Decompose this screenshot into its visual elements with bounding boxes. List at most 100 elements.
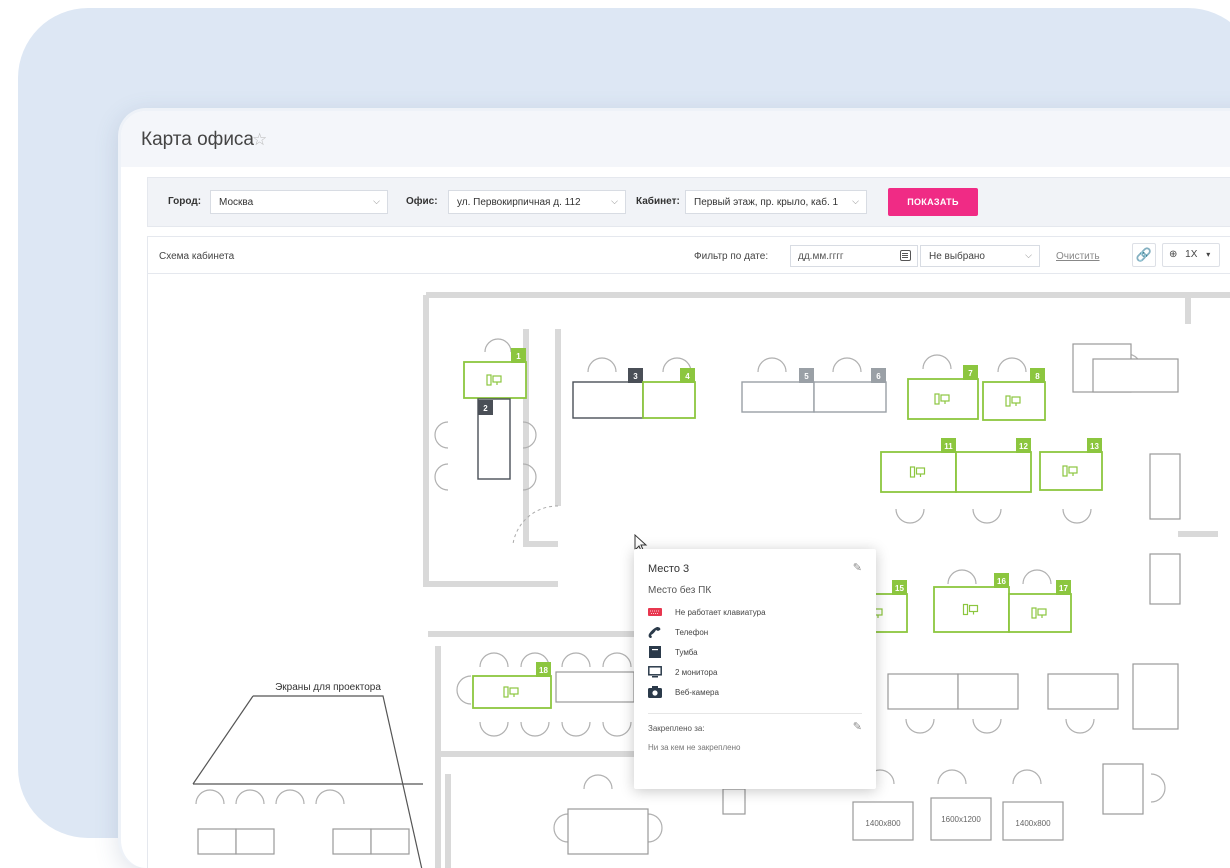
office-map: 1400x800 1600x1200 1400x800 Экраны для п… [147, 274, 1230, 868]
door-arc [512, 505, 559, 545]
zoom-select[interactable]: ⊕ 1X ▾ [1162, 243, 1220, 267]
date-placeholder: дд.мм.гггг [798, 251, 844, 262]
desk-number: 16 [997, 577, 1006, 586]
desk-5[interactable]: 5 [741, 368, 815, 413]
desk-number: 2 [483, 404, 488, 413]
desk-number: 4 [685, 372, 690, 381]
desk-16[interactable]: 16 [933, 573, 1010, 633]
date-filter-input[interactable]: дд.мм.гггг [790, 245, 918, 267]
cabinet-select[interactable]: Первый этаж, пр. крыло, каб. 1 ⌵ [685, 190, 867, 214]
desk-number: 8 [1035, 372, 1040, 381]
assigned-value: Ни за кем не закреплено [648, 743, 741, 752]
desk-number: 13 [1090, 442, 1099, 451]
desk-surface[interactable] [472, 675, 552, 709]
chevron-down-icon: ⌵ [1025, 250, 1032, 260]
desk-surface[interactable] [982, 381, 1046, 421]
desk-8[interactable]: 8 [982, 368, 1046, 421]
office-label: Офис: [406, 196, 438, 207]
desk-surface[interactable] [813, 381, 887, 413]
desk-number: 17 [1059, 584, 1068, 593]
status-select[interactable]: Не выбрано ⌵ [920, 245, 1040, 267]
scheme-toolbar: Схема кабинета Фильтр по дате: дд.мм.ггг… [147, 236, 1230, 274]
popup-divider [648, 713, 862, 714]
sized-tables: 1400x800 1600x1200 1400x800 [852, 797, 1064, 841]
desk-surface[interactable] [1008, 593, 1072, 633]
link-button[interactable]: 🔗 [1132, 243, 1156, 267]
desk-3[interactable]: 3 [572, 368, 644, 419]
date-filter-label: Фильтр по дате: [694, 251, 769, 262]
camera-icon [648, 686, 662, 698]
desk-number: 15 [895, 584, 904, 593]
caret-down-icon: ▾ [1206, 250, 1211, 259]
desk-18[interactable]: 18 [472, 662, 552, 709]
favorite-star-icon[interactable]: ☆ [252, 130, 267, 150]
filter-bar: Город: Москва ⌵ Офис: ул. Первокирпичная… [147, 177, 1230, 227]
desk-2[interactable]: 2 [477, 398, 511, 480]
desk-surface[interactable] [741, 381, 815, 413]
feature-label: Веб-камера [675, 688, 719, 697]
monitor-icon [648, 666, 662, 678]
zoom-value: 1X [1185, 249, 1198, 260]
city-select[interactable]: Москва ⌵ [210, 190, 388, 214]
city-label: Город: [168, 196, 202, 207]
desk-surface[interactable] [463, 361, 527, 399]
scheme-title: Схема кабинета [159, 251, 235, 262]
desk-1[interactable]: 1 [463, 348, 527, 399]
assigned-label: Закреплено за: [648, 724, 705, 733]
desk-surface[interactable] [642, 381, 696, 419]
desk-4[interactable]: 4 [642, 368, 696, 419]
link-icon: 🔗 [1135, 247, 1153, 262]
desk-11[interactable]: 11 [880, 438, 957, 493]
cabinet-select-value: Первый этаж, пр. крыло, каб. 1 [694, 197, 839, 208]
desk-number: 3 [633, 372, 638, 381]
desk-surface[interactable] [1039, 451, 1103, 491]
desk-surface[interactable] [907, 378, 979, 420]
desk-number: 18 [539, 666, 548, 675]
desk-number: 11 [944, 442, 953, 451]
desk-number: 5 [804, 372, 809, 381]
chevron-down-icon: ⌵ [852, 196, 859, 206]
desk-7[interactable]: 7 [907, 365, 979, 420]
desk-number: 12 [1019, 442, 1028, 451]
popup-subtitle: Место без ПК [648, 585, 712, 596]
calendar-icon[interactable] [900, 250, 911, 261]
edit-icon[interactable]: ✎ [853, 561, 862, 574]
desk-13[interactable]: 13 [1039, 438, 1103, 491]
popup-title: Место 3 [648, 563, 690, 575]
city-select-value: Москва [219, 197, 254, 208]
desk-surface[interactable] [955, 451, 1032, 493]
chevron-down-icon: ⌵ [373, 196, 380, 206]
feature-label: Не работает клавиатура [675, 608, 766, 617]
desk-number: 1 [516, 352, 521, 361]
page-title: Карта офиса [141, 129, 254, 150]
table-size-label: 1400x800 [865, 819, 901, 828]
feature-label: Тумба [675, 648, 698, 657]
page-header: Карта офиса ☆ [121, 111, 1230, 167]
edit-icon[interactable]: ✎ [853, 720, 862, 733]
status-select-value: Не выбрано [929, 251, 985, 262]
keyboard-icon [648, 608, 662, 616]
table-size-label: 1400x800 [1015, 819, 1051, 828]
office-select-value: ул. Первокирпичная д. 112 [457, 197, 581, 208]
cabinet-label: Кабинет: [636, 196, 680, 207]
desk-surface[interactable] [572, 381, 644, 419]
feature-label: 2 монитора [675, 668, 718, 677]
zoom-icon: ⊕ [1169, 249, 1178, 260]
feature-label: Телефон [675, 628, 709, 637]
show-button[interactable]: ПОКАЗАТЬ [888, 188, 978, 216]
desk-6[interactable]: 6 [813, 368, 887, 413]
desk-12[interactable]: 12 [955, 438, 1032, 493]
desk-number: 6 [876, 372, 881, 381]
desk-info-popup: Место 3 ✎ Место без ПК Не работает клави… [634, 549, 876, 789]
office-select[interactable]: ул. Первокирпичная д. 112 ⌵ [448, 190, 626, 214]
phone-icon [648, 627, 661, 638]
desk-number: 7 [968, 369, 973, 378]
table-size-label: 1600x1200 [941, 815, 981, 824]
desk-17[interactable]: 17 [1008, 580, 1072, 633]
clear-link[interactable]: Очистить [1056, 251, 1100, 262]
app-window: Карта офиса ☆ Город: Москва ⌵ Офис: ул. … [118, 108, 1230, 868]
projector-label: Экраны для проектора [275, 682, 381, 693]
cabinet-icon [649, 646, 661, 658]
desk-surface[interactable] [933, 586, 1010, 633]
desk-surface[interactable] [880, 451, 957, 493]
